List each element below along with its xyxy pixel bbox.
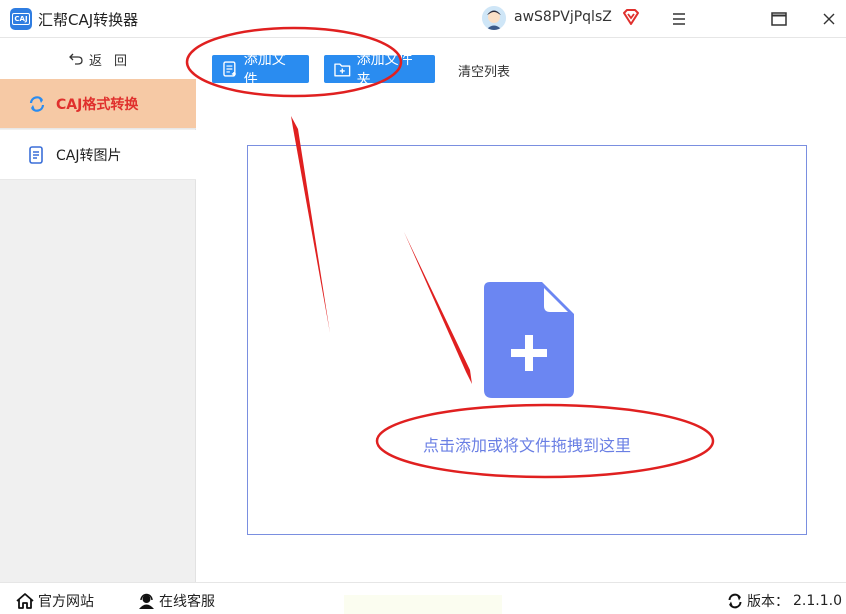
avatar[interactable] bbox=[482, 6, 506, 30]
vip-heart-icon[interactable] bbox=[622, 8, 640, 26]
add-folder-icon bbox=[334, 62, 351, 77]
app-logo-text: CAJ bbox=[12, 13, 30, 25]
username[interactable]: awS8PVjPqlsZ bbox=[514, 9, 612, 25]
sidebar-item-caj-convert[interactable]: CAJ格式转换 bbox=[0, 79, 196, 129]
close-icon[interactable] bbox=[816, 6, 842, 32]
title-bar: CAJ 汇帮CAJ转换器 awS8PVjPqlsZ bbox=[0, 0, 846, 38]
back-label: 返回 bbox=[88, 53, 139, 69]
refresh-icon bbox=[728, 593, 742, 609]
version-number: 2.1.1.0 bbox=[793, 593, 842, 609]
file-drop-zone[interactable]: 点击添加或将文件拖拽到这里 bbox=[247, 145, 807, 535]
version-prefix: 版本： bbox=[747, 594, 789, 610]
official-site-link[interactable]: 官方网站 bbox=[16, 591, 94, 611]
online-service-link[interactable]: 在线客服 bbox=[138, 591, 215, 611]
faint-banner bbox=[344, 595, 502, 614]
footer: 官方网站 在线客服 版本： 2.1.1.0 bbox=[0, 582, 846, 614]
add-file-icon bbox=[223, 61, 236, 77]
refresh-icon bbox=[28, 95, 46, 113]
app-logo: CAJ bbox=[10, 8, 32, 30]
version-info: 版本： 2.1.1.0 bbox=[727, 591, 842, 611]
add-folder-label: 添加文件夹 bbox=[356, 52, 413, 88]
online-service-label: 在线客服 bbox=[159, 594, 215, 610]
headset-icon bbox=[139, 593, 154, 609]
clear-list-button[interactable]: 清空列表 bbox=[458, 61, 510, 80]
app-title: 汇帮CAJ转换器 bbox=[38, 11, 139, 29]
add-file-button[interactable]: 添加文件 bbox=[212, 52, 309, 88]
drop-hint: 点击添加或将文件拖拽到这里 bbox=[422, 436, 631, 455]
sidebar-item-label: CAJ格式转换 bbox=[56, 96, 139, 113]
menu-icon[interactable] bbox=[666, 6, 692, 32]
add-file-label: 添加文件 bbox=[243, 52, 286, 88]
home-icon bbox=[16, 593, 34, 609]
maximize-icon[interactable] bbox=[766, 6, 792, 32]
add-folder-button[interactable]: 添加文件夹 bbox=[324, 52, 435, 88]
add-document-icon bbox=[484, 282, 574, 398]
back-button[interactable]: 返回 bbox=[0, 39, 196, 79]
back-arrow-icon bbox=[69, 53, 83, 65]
sidebar-item-label: CAJ转图片 bbox=[56, 147, 122, 164]
sidebar-item-caj-to-image[interactable]: CAJ转图片 bbox=[0, 130, 196, 180]
official-site-label: 官方网站 bbox=[38, 594, 94, 610]
sidebar: 返回 CAJ格式转换 CAJ转图片 bbox=[0, 39, 196, 582]
document-icon bbox=[28, 145, 46, 164]
